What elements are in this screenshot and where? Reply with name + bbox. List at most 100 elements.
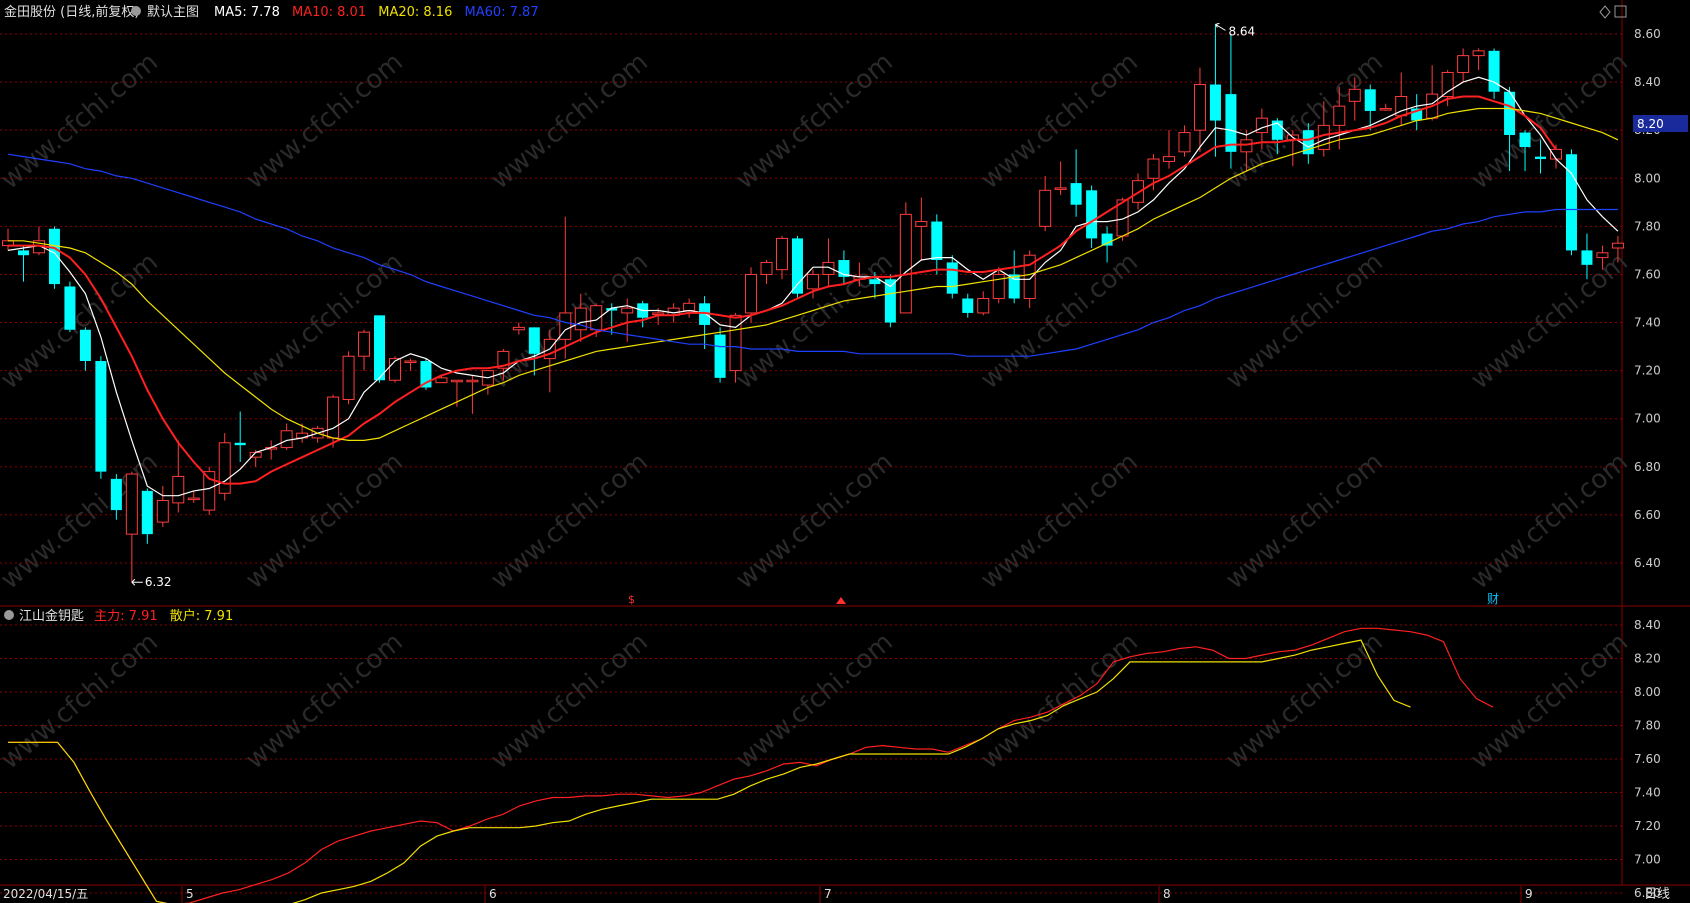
sub-y-tick-label: 7.20 bbox=[1634, 819, 1661, 833]
period-button[interactable]: 日线 bbox=[1644, 887, 1670, 902]
watermark-text: www.cfchi.com bbox=[240, 47, 409, 195]
candle bbox=[977, 291, 990, 316]
high-arrow bbox=[1215, 22, 1226, 31]
main-y-ticks: 8.60 8.40 8.20 8.00 7.80 7.60 7.40 7.20 7.00 6.80… bbox=[1634, 27, 1661, 570]
candle bbox=[218, 433, 231, 501]
candle-body bbox=[1379, 108, 1392, 111]
main-y-tick-label: 6.80 bbox=[1634, 460, 1661, 474]
candle bbox=[683, 298, 696, 318]
sub-y-tick-label: 8.40 bbox=[1634, 618, 1661, 632]
candle bbox=[342, 351, 355, 405]
candle-body bbox=[1240, 139, 1253, 153]
watermark-text: www.cfchi.com bbox=[975, 627, 1144, 775]
candle-body bbox=[1054, 187, 1067, 190]
candle-body bbox=[450, 379, 463, 383]
candle bbox=[141, 488, 153, 544]
candle-body bbox=[1163, 156, 1175, 162]
watermark-text: www.cfchi.com bbox=[1220, 627, 1389, 775]
candle-body bbox=[64, 286, 76, 330]
watermark-text: www.cfchi.com bbox=[730, 627, 899, 775]
candle bbox=[776, 235, 788, 280]
sub-y-tick-label: 8.20 bbox=[1634, 652, 1661, 666]
candle-body bbox=[1178, 132, 1191, 153]
main-y-tick-label: 6.60 bbox=[1634, 508, 1661, 522]
candle-body bbox=[760, 261, 773, 275]
watermark-text: www.cfchi.com bbox=[975, 447, 1144, 595]
watermark-text: www.cfchi.com bbox=[240, 627, 409, 775]
candle bbox=[1472, 48, 1485, 71]
watermark-text: www.cfchi.com bbox=[975, 47, 1144, 195]
main-y-tick-label: 6.40 bbox=[1634, 556, 1661, 570]
candle-body bbox=[869, 279, 881, 285]
watermark-text: www.cfchi.com bbox=[1465, 247, 1634, 395]
candle-body bbox=[218, 442, 231, 494]
maximize-icon[interactable] bbox=[1614, 5, 1627, 18]
candle bbox=[172, 440, 185, 513]
candle-body bbox=[327, 396, 340, 439]
candle-body bbox=[1132, 180, 1145, 203]
current-price-label: 8.20 bbox=[1637, 117, 1664, 131]
main-chart-label[interactable]: 默认主图 bbox=[147, 4, 199, 20]
indicator-name: 江山金钥匙 bbox=[19, 608, 84, 624]
event-marker-3[interactable]: 财 bbox=[1487, 592, 1499, 606]
diamond-icon[interactable] bbox=[1599, 5, 1611, 19]
candle-body bbox=[141, 490, 153, 535]
candle-body bbox=[1565, 154, 1577, 251]
candle-body bbox=[1209, 84, 1221, 121]
candle-body bbox=[621, 307, 634, 314]
low-price-label: 6.32 bbox=[145, 575, 172, 589]
watermark-text: www.cfchi.com bbox=[485, 627, 654, 775]
event-marker-2[interactable] bbox=[836, 597, 846, 604]
candle-body bbox=[1581, 250, 1593, 265]
candle bbox=[280, 423, 293, 450]
main-y-tick-label: 7.40 bbox=[1634, 316, 1661, 330]
candle-body bbox=[1147, 158, 1160, 179]
main-y-tick-label: 7.00 bbox=[1634, 412, 1661, 426]
candle bbox=[543, 329, 556, 393]
candle bbox=[358, 329, 371, 371]
candle bbox=[946, 255, 958, 299]
candle-body bbox=[1519, 132, 1531, 148]
candle-body bbox=[512, 326, 525, 331]
main-y-tick-label: 8.40 bbox=[1634, 75, 1661, 89]
candle bbox=[327, 394, 340, 448]
candle bbox=[450, 379, 463, 407]
candle-body bbox=[745, 273, 758, 314]
chart-canvas: www.cfchi.com www.cfchi.com www.cfchi.com w… bbox=[0, 0, 1690, 903]
sub-settings-icon[interactable] bbox=[4, 610, 14, 620]
watermark-text: www.cfchi.com bbox=[485, 447, 654, 595]
watermark-text: www.cfchi.com bbox=[1220, 447, 1389, 595]
ma60-label: MA60: 7.87 bbox=[464, 5, 538, 20]
settings-icon[interactable] bbox=[131, 6, 141, 16]
candle-body bbox=[1596, 252, 1609, 259]
candle-body bbox=[358, 331, 371, 357]
candle bbox=[822, 238, 835, 287]
candle-body bbox=[1255, 117, 1268, 134]
candle-body bbox=[187, 497, 200, 501]
svg-text:江山金钥匙 主力: 7.91 散户: 7.9: 江山金钥匙 主力: 7.91 散户: 7.91 bbox=[19, 608, 233, 624]
candle bbox=[760, 260, 773, 285]
event-marker-1[interactable]: $ bbox=[628, 593, 635, 606]
candle-body bbox=[1039, 189, 1052, 227]
main-y-tick-label: 8.00 bbox=[1634, 171, 1661, 185]
candle-body bbox=[1472, 50, 1485, 57]
candle bbox=[1488, 48, 1500, 99]
candle bbox=[1379, 103, 1392, 111]
candle-body bbox=[1611, 242, 1624, 249]
candle-body bbox=[1193, 83, 1206, 131]
sub-y-tick-label: 7.00 bbox=[1634, 853, 1661, 867]
candle-body bbox=[899, 213, 912, 314]
main-y-tick-label: 8.60 bbox=[1634, 27, 1661, 41]
candle bbox=[32, 226, 45, 256]
candle-body bbox=[79, 329, 91, 362]
candle bbox=[64, 281, 76, 333]
candle-body bbox=[1488, 50, 1500, 92]
candle-body bbox=[931, 221, 943, 261]
candle-body bbox=[729, 314, 742, 372]
watermark-text: www.cfchi.com bbox=[1220, 47, 1389, 195]
candle-body bbox=[342, 355, 355, 400]
candle-body bbox=[17, 250, 29, 256]
candle bbox=[1225, 34, 1237, 169]
candle bbox=[699, 296, 711, 349]
candle-body bbox=[1348, 88, 1361, 102]
